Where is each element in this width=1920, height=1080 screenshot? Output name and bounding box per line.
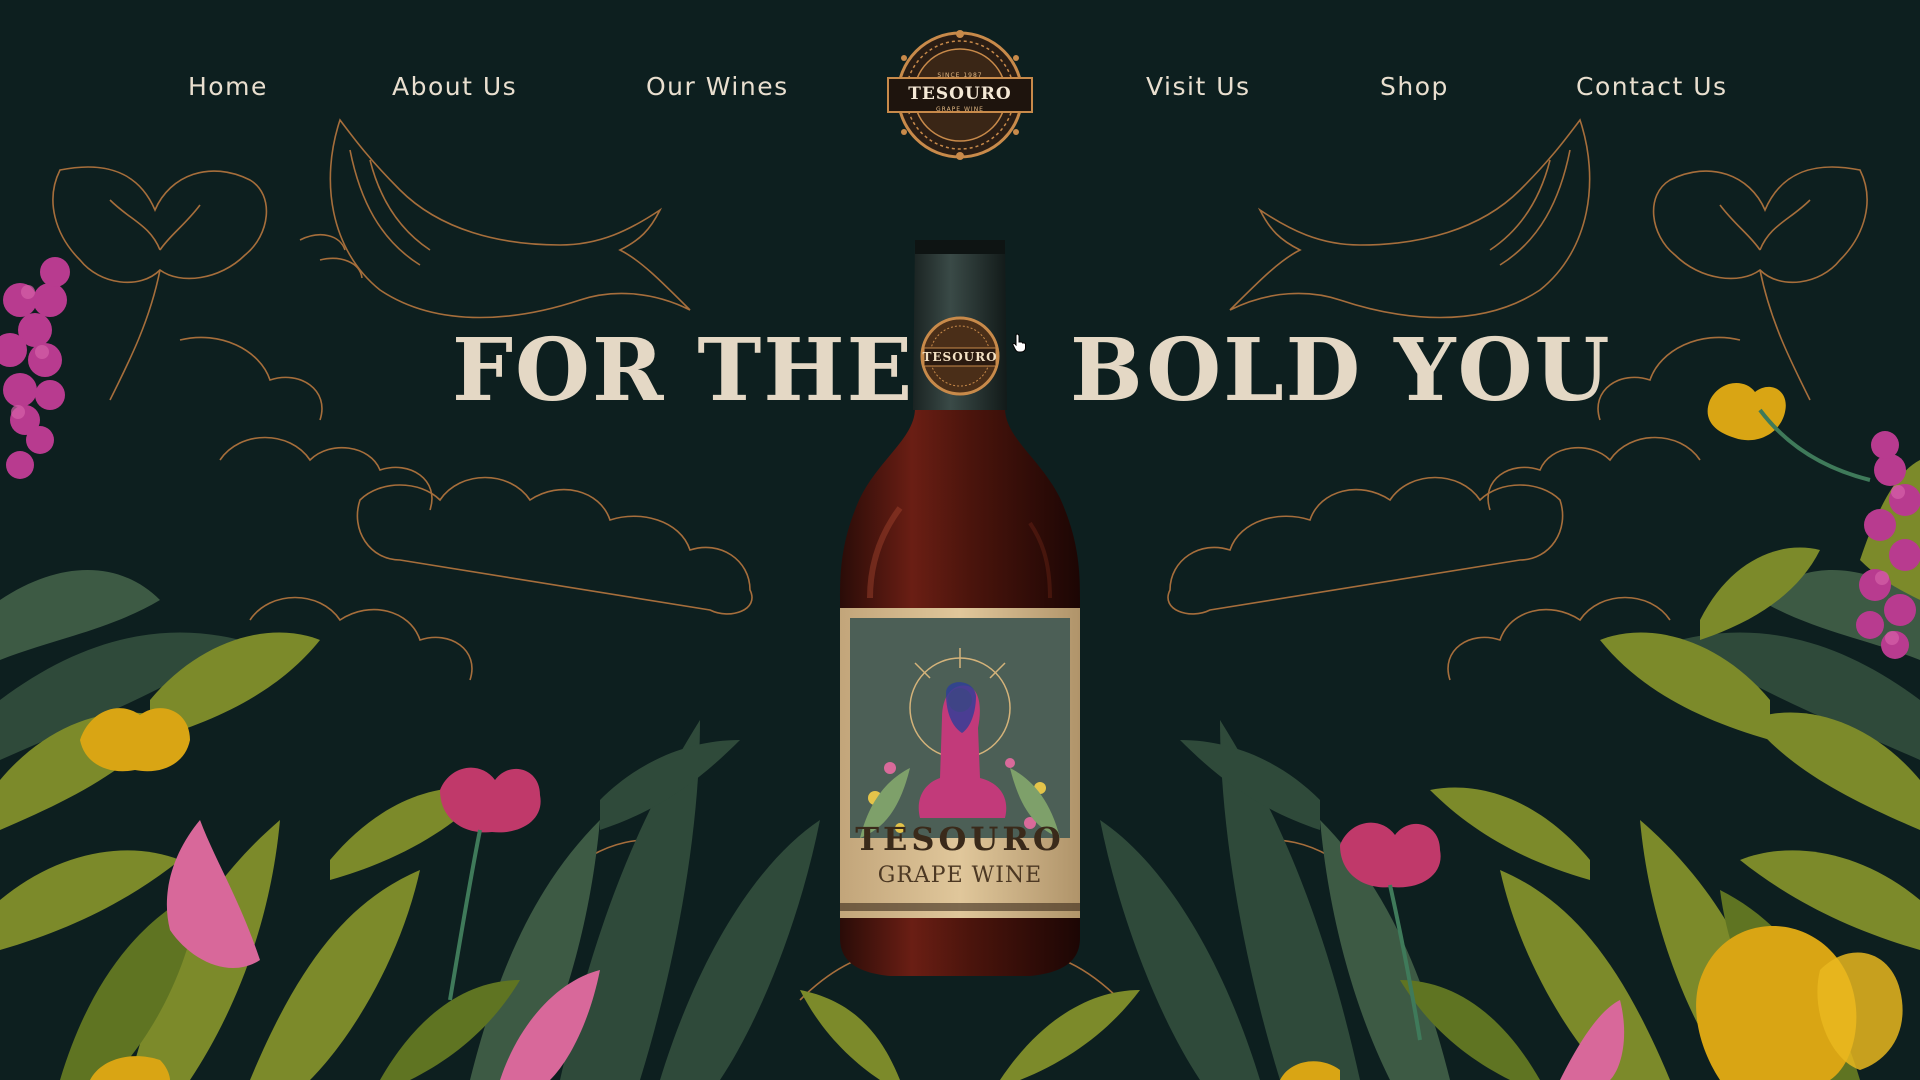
hero-headline-right: BOLD YOU xyxy=(1070,320,1612,421)
nav-link-our-wines[interactable]: Our Wines xyxy=(646,72,789,101)
bottle-neck-brand: TESOURO xyxy=(922,350,998,364)
logo-since-text: SINCE 1987 xyxy=(937,72,983,79)
nav-link-visit-us[interactable]: Visit Us xyxy=(1146,72,1251,101)
nav-link-shop[interactable]: Shop xyxy=(1380,72,1449,101)
nav-link-contact-us[interactable]: Contact Us xyxy=(1576,72,1728,101)
main-navigation: Home About Us Our Wines SINCE 1987 TESOU… xyxy=(0,0,1920,180)
bottle-label-product: GRAPE WINE xyxy=(877,863,1043,888)
nav-link-about-us[interactable]: About Us xyxy=(392,72,517,101)
logo-brand-text: TESOURO xyxy=(908,84,1012,104)
hand-pointer-icon xyxy=(1012,333,1026,353)
wine-bottle-image: TESOURO TESOURO GRAPE WINE xyxy=(830,238,1090,978)
logo-subtitle-text: GRAPE WINE xyxy=(936,106,984,113)
brand-logo[interactable]: SINCE 1987 TESOURO GRAPE WINE xyxy=(884,28,1036,162)
bottle-label-brand: TESOURO xyxy=(855,820,1065,858)
nav-link-home[interactable]: Home xyxy=(188,72,268,101)
